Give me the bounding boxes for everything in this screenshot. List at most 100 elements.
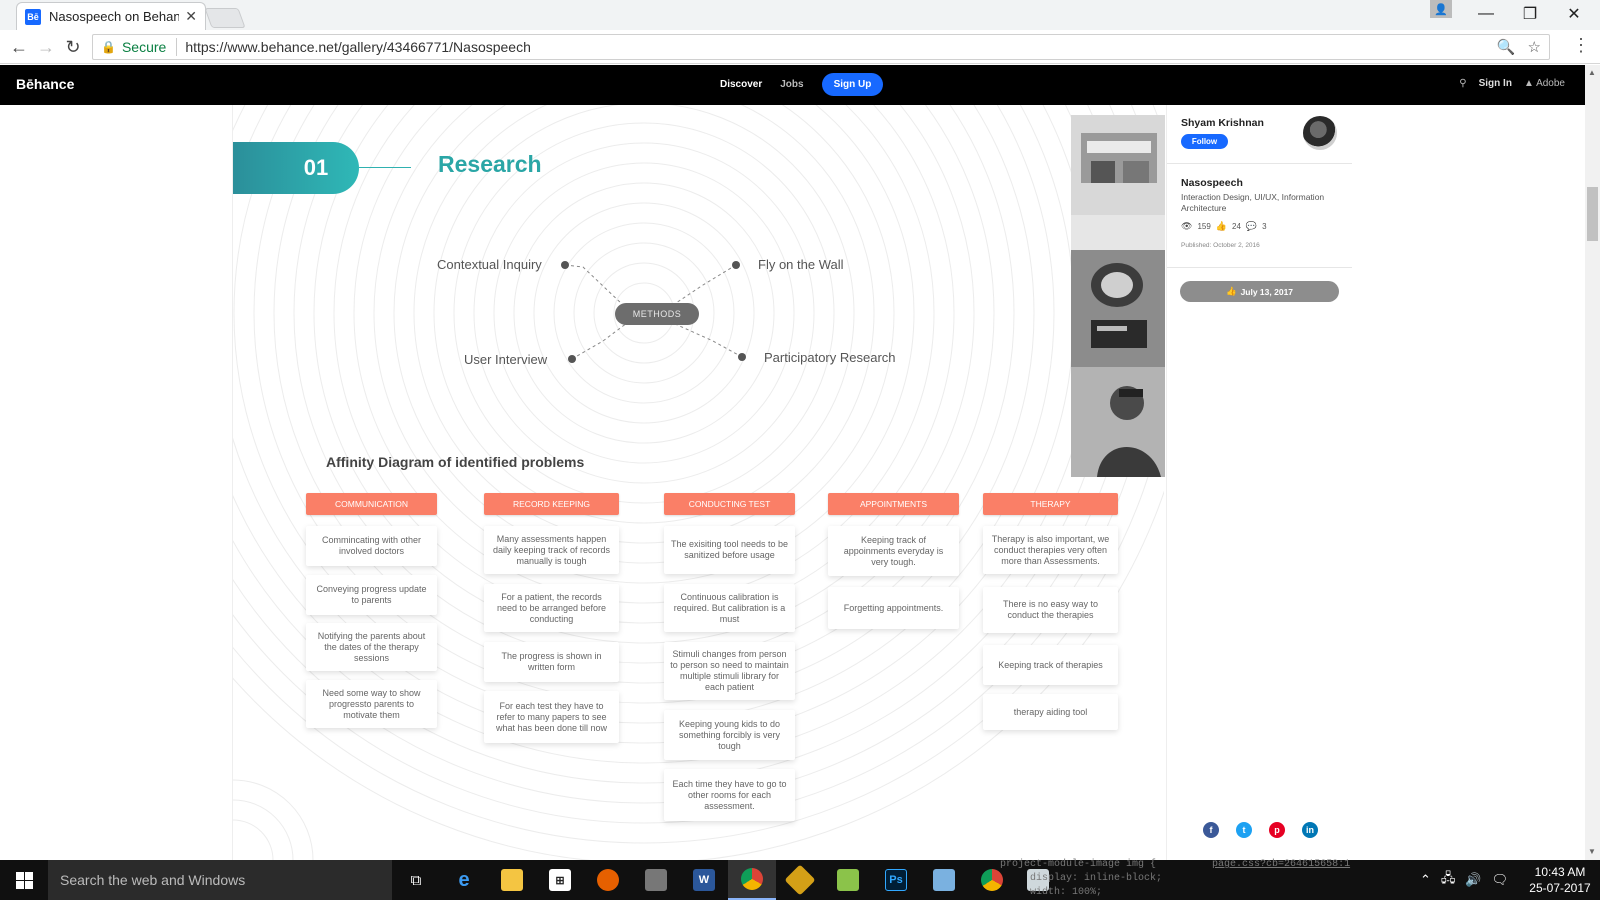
appreciate-button[interactable]: 👍 July 13, 2017: [1180, 281, 1339, 302]
chrome-icon[interactable]: [728, 860, 776, 900]
notification-icon[interactable]: 🗨: [1492, 872, 1509, 888]
affinity-card: The progress is shown in written form: [484, 642, 619, 682]
affinity-title: Affinity Diagram of identified problems: [326, 454, 585, 470]
avatar[interactable]: [1303, 116, 1337, 150]
affinity-card: Commincating with other involved doctors: [306, 526, 437, 566]
edge-icon[interactable]: e: [440, 860, 488, 900]
secure-label: Secure: [121, 39, 167, 55]
affinity-card: Stimuli changes from person to person so…: [664, 642, 795, 700]
views-count: 159: [1197, 222, 1211, 231]
affinity-card: Continuous calibration is required. But …: [664, 584, 795, 632]
behance-logo[interactable]: Bēhance: [16, 76, 74, 92]
affinity-column-communication: COMMUNICATION: [306, 493, 437, 515]
firefox-icon[interactable]: [584, 860, 632, 900]
scroll-down-icon[interactable]: ▼: [1588, 847, 1596, 856]
nav-jobs[interactable]: Jobs: [780, 79, 803, 90]
network-icon[interactable]: 🖧: [1441, 869, 1456, 891]
adobe-label: Adobe: [1536, 78, 1565, 89]
css-source-link[interactable]: page.css?cb=264615658:1: [1212, 859, 1350, 870]
word-glyph: W: [693, 869, 715, 891]
scroll-up-icon[interactable]: ▲: [1588, 68, 1596, 77]
patient-photo[interactable]: [1071, 367, 1165, 477]
behance-header-right: ⚲ Sign In ▲ Adobe: [1459, 78, 1565, 89]
project-stats: 👁 159 👍 24 💬 3: [1181, 221, 1267, 232]
affinity-column-conducting-test: CONDUCTING TEST: [664, 493, 795, 515]
owner-name[interactable]: Shyam Krishnan: [1181, 117, 1264, 129]
back-button[interactable]: ←: [6, 35, 32, 59]
minimize-button[interactable]: —: [1464, 2, 1508, 26]
follow-button[interactable]: Follow: [1181, 134, 1228, 149]
nav-discover[interactable]: Discover: [720, 79, 762, 90]
edge-glyph: e: [458, 868, 470, 891]
devtools-code-line2: display: inline-block;: [1030, 873, 1163, 884]
tab-close-icon[interactable]: ✕: [185, 8, 197, 25]
taskbar-search[interactable]: Search the web and Windows: [48, 860, 392, 900]
linkedin-icon[interactable]: in: [1302, 822, 1318, 838]
address-bar-row: ← → ↻ 🔒 Secure https://www.behance.net/g…: [0, 30, 1600, 64]
pinterest-icon[interactable]: p: [1269, 822, 1285, 838]
notepad-icon[interactable]: [824, 860, 872, 900]
project-title: Nasospeech: [1181, 177, 1243, 189]
url-omnibox[interactable]: 🔒 Secure https://www.behance.net/gallery…: [92, 34, 1550, 60]
store-icon[interactable]: ⊞: [536, 860, 584, 900]
affinity-card: There is no easy way to conduct the ther…: [983, 587, 1118, 633]
word-icon[interactable]: W: [680, 860, 728, 900]
git-glyph: [784, 864, 816, 896]
behance-header: Bēhance Discover Jobs Sign Up ⚲ Sign In …: [0, 65, 1585, 105]
project-fields[interactable]: Interaction Design, UI/UX, Information A…: [1181, 192, 1341, 214]
affinity-card: Forgetting appointments.: [828, 587, 959, 629]
url-text[interactable]: https://www.behance.net/gallery/43466771…: [185, 39, 531, 55]
task-view-icon[interactable]: ⧉: [392, 860, 440, 900]
clock-time: 10:43 AM: [1534, 865, 1586, 879]
signup-button[interactable]: Sign Up: [821, 73, 884, 96]
film-icon[interactable]: [632, 860, 680, 900]
taskbar-clock[interactable]: 10:43 AM 25-07-2017: [1525, 864, 1595, 896]
git-icon[interactable]: [776, 860, 824, 900]
notepad-glyph: [837, 869, 859, 891]
volume-icon[interactable]: 🔊: [1465, 872, 1481, 888]
thumbs-up-icon: 👍: [1215, 221, 1228, 231]
column-header: RECORD KEEPING: [484, 493, 619, 515]
new-tab-button[interactable]: [204, 8, 246, 28]
photoshop-icon[interactable]: Ps: [872, 860, 920, 900]
url-separator: [176, 38, 178, 56]
method-participatory-research: Participatory Research: [764, 350, 896, 365]
film-glyph: [645, 869, 667, 891]
affinity-column-appointments: APPOINTMENTS: [828, 493, 959, 515]
twitter-icon[interactable]: t: [1236, 822, 1252, 838]
zoom-icon[interactable]: 🔍: [1497, 38, 1516, 56]
forward-button[interactable]: →: [33, 35, 59, 59]
behance-nav: Discover Jobs Sign Up: [720, 73, 884, 96]
affinity-card: For a patient, the records need to be ar…: [484, 584, 619, 632]
start-button[interactable]: [0, 860, 48, 900]
tab-title: Nasospeech on Behance: [49, 9, 180, 24]
virtualbox-icon[interactable]: [920, 860, 968, 900]
photoshop-glyph: Ps: [885, 869, 907, 891]
browser-menu-icon[interactable]: ⋮: [1572, 35, 1590, 56]
chevron-up-icon[interactable]: ⌃: [1420, 872, 1431, 888]
search-icon[interactable]: ⚲: [1459, 78, 1466, 89]
equipment-photo[interactable]: [1071, 250, 1165, 367]
bookmark-star-icon[interactable]: ☆: [1528, 38, 1541, 56]
restore-button[interactable]: ❐: [1508, 2, 1552, 26]
signin-link[interactable]: Sign In: [1479, 78, 1512, 89]
browser-tab[interactable]: Bē Nasospeech on Behance ✕: [16, 2, 206, 30]
project-photo-strip: [1071, 115, 1165, 477]
adobe-link[interactable]: ▲ Adobe: [1524, 78, 1565, 89]
browser-tab-bar: Bē Nasospeech on Behance ✕ 👤 — ❐ ✕: [0, 0, 1600, 30]
reload-button[interactable]: ↻: [60, 35, 86, 59]
social-share: f t p in: [1203, 822, 1318, 838]
building-photo[interactable]: [1071, 115, 1165, 250]
page-scrollbar[interactable]: ▲ ▼: [1585, 65, 1600, 860]
close-window-button[interactable]: ✕: [1552, 2, 1596, 26]
profile-icon[interactable]: 👤: [1430, 0, 1452, 18]
thumbs-up-icon: 👍: [1225, 286, 1237, 296]
section-connector-line: [359, 167, 411, 168]
scroll-thumb[interactable]: [1587, 187, 1598, 241]
facebook-icon[interactable]: f: [1203, 822, 1219, 838]
affinity-card: Notifying the parents about the dates of…: [306, 623, 437, 671]
affinity-card: Therapy is also important, we conduct th…: [983, 526, 1118, 574]
file-explorer-icon[interactable]: [488, 860, 536, 900]
affinity-column-therapy: THERAPY: [983, 493, 1118, 515]
store-glyph: ⊞: [549, 869, 571, 891]
